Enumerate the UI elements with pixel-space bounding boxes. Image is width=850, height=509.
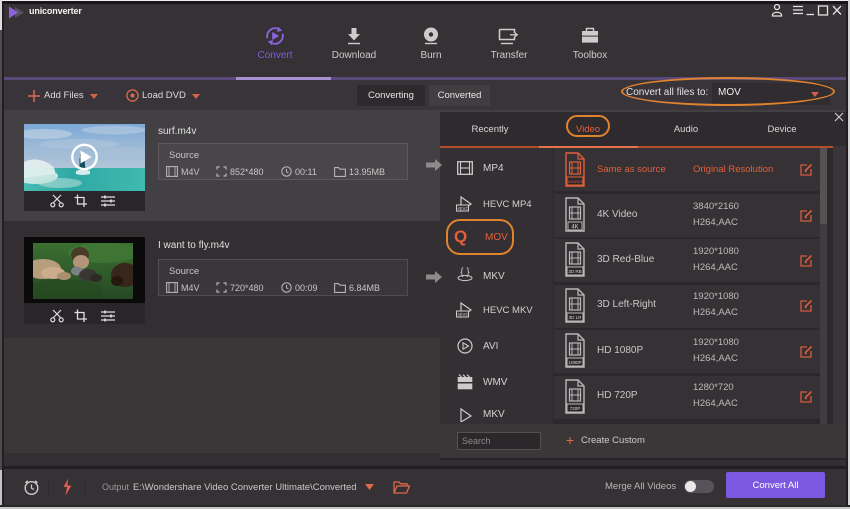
svg-text:3D LR: 3D LR — [569, 315, 583, 320]
svg-text:SOURCE: SOURCE — [566, 179, 583, 184]
svg-text:HEVC: HEVC — [456, 312, 469, 317]
svg-text:{ }: { } — [460, 267, 470, 278]
svg-text:720P: 720P — [570, 406, 581, 411]
svg-text:1080P: 1080P — [568, 360, 581, 365]
svg-text:HEVC: HEVC — [456, 206, 469, 211]
svg-text:4K: 4K — [571, 225, 578, 231]
svg-text:3D RB: 3D RB — [568, 269, 581, 274]
